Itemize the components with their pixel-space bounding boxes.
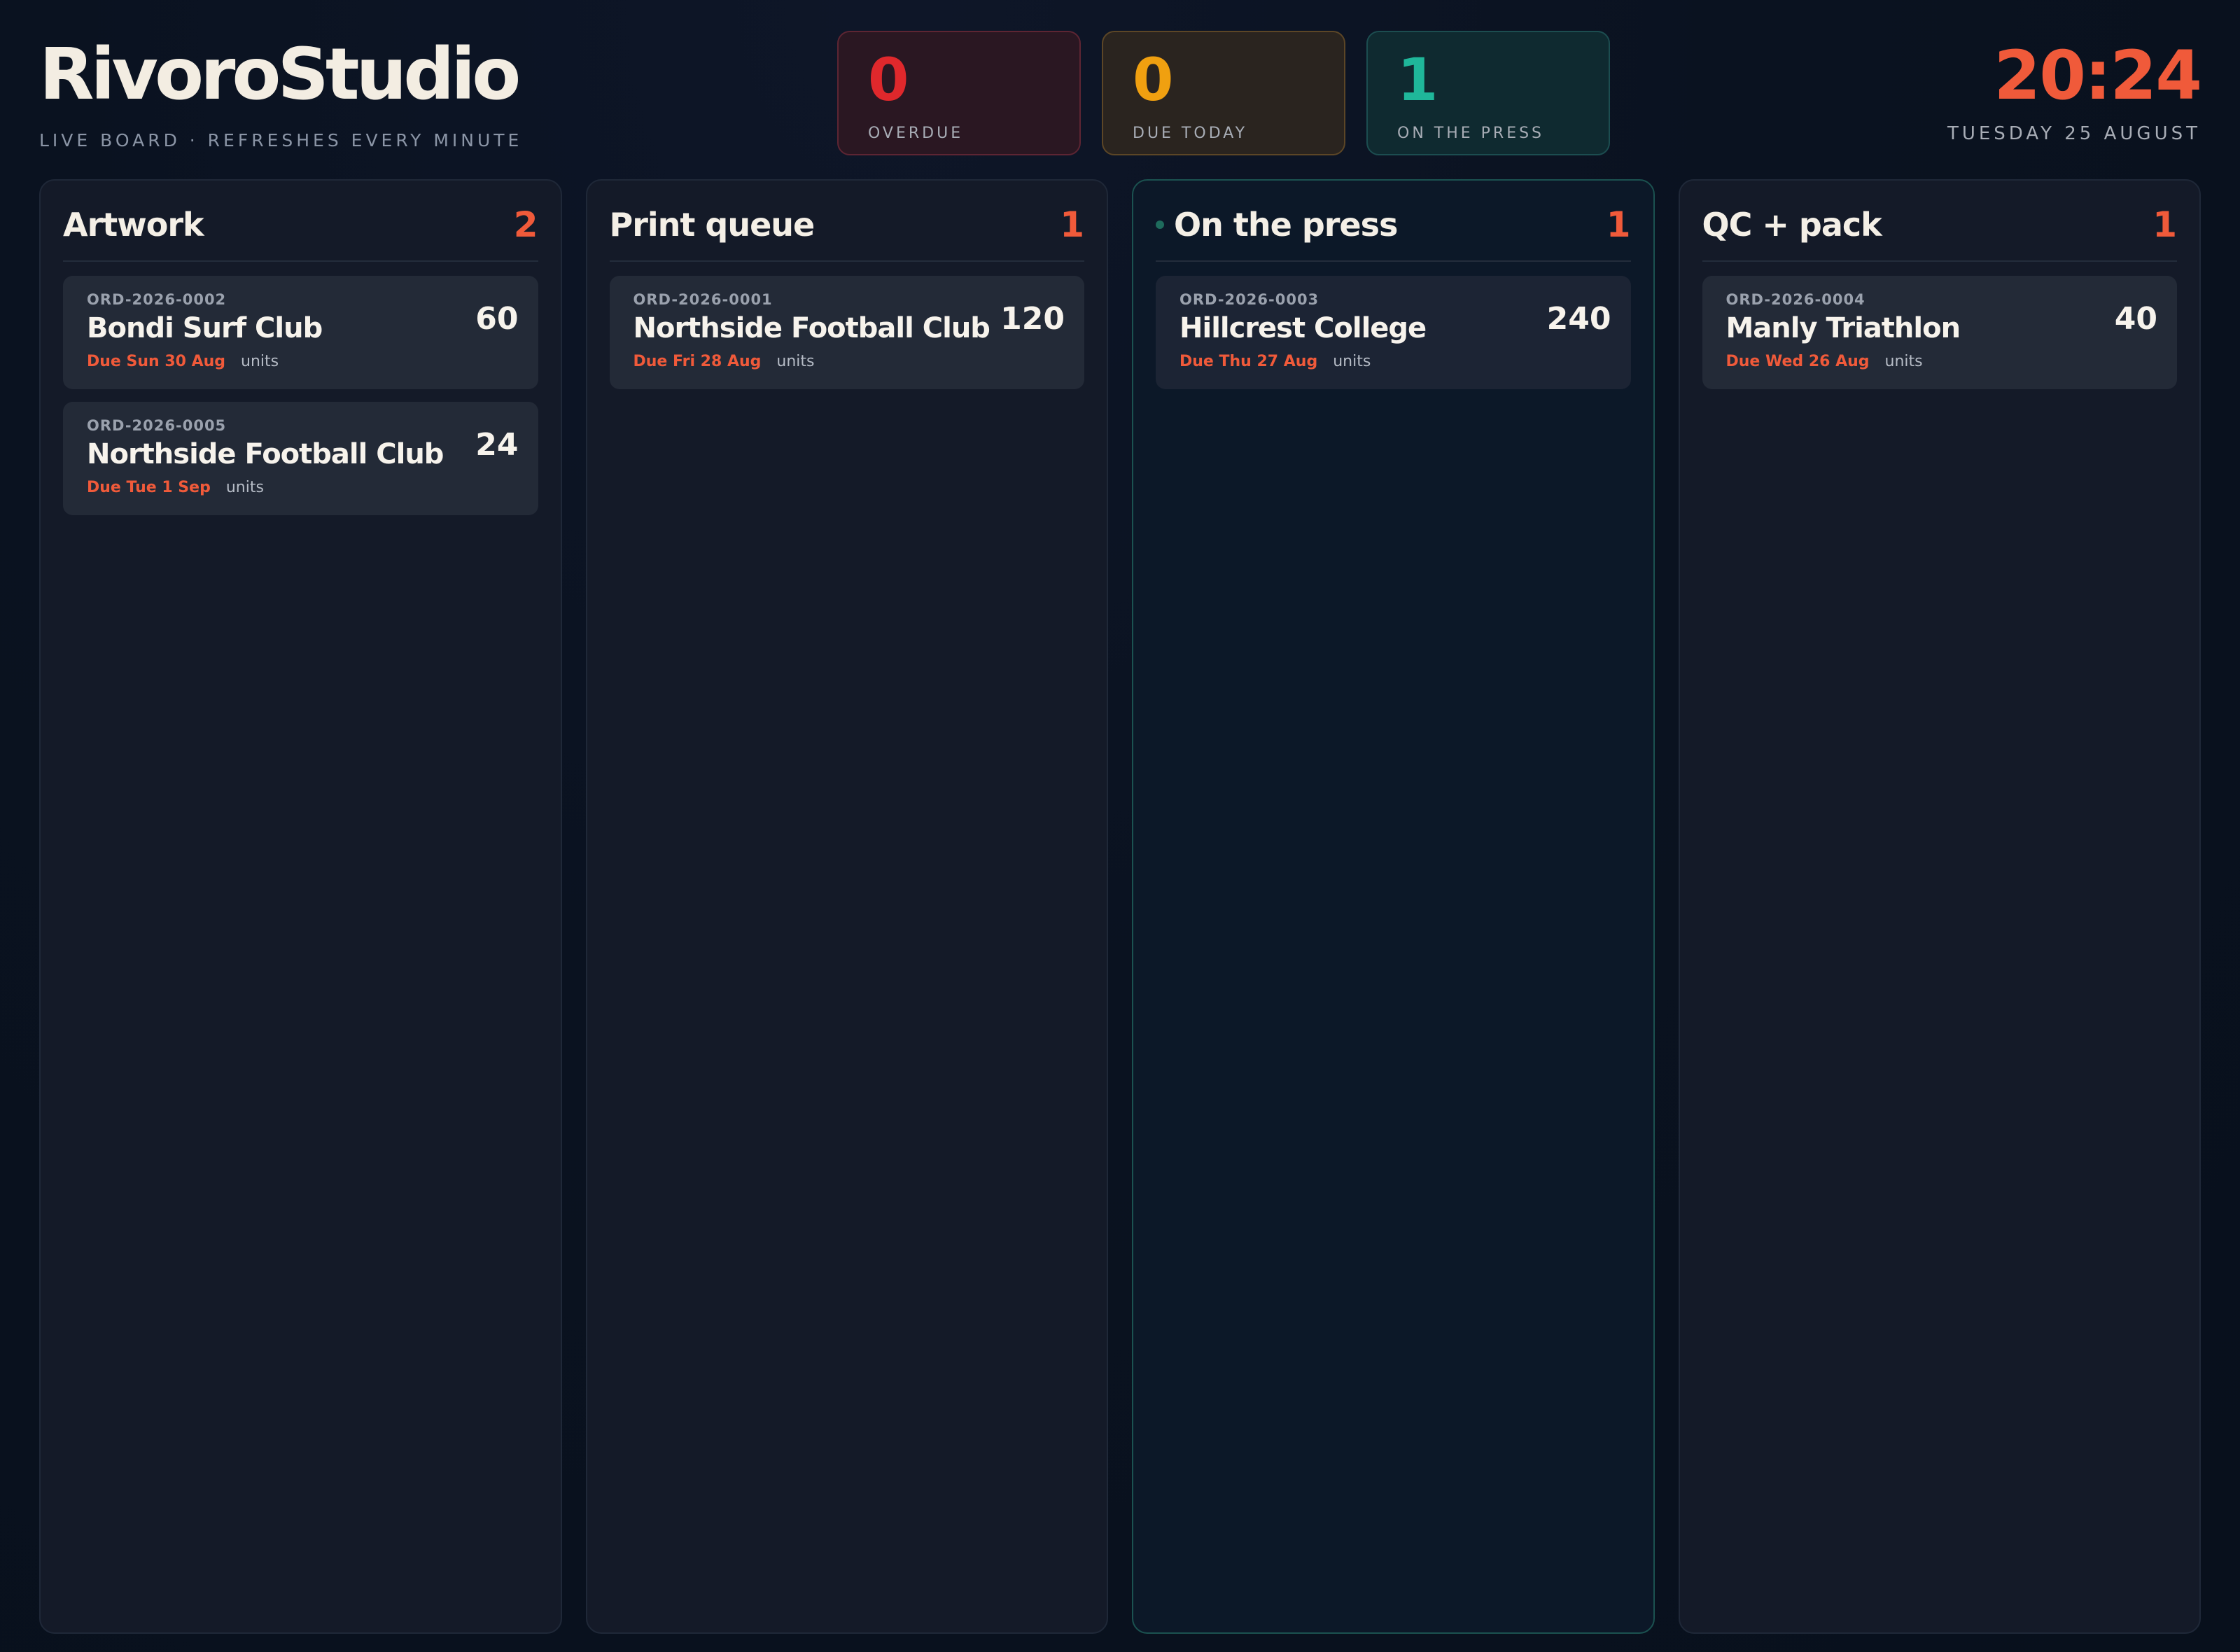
brand-block: RivoroStudio LIVE BOARD · REFRESHES EVER… [39, 33, 523, 151]
order-card[interactable]: ORD-2026-0004 Manly Triathlon Due Wed 26… [1702, 276, 2177, 389]
due-date: Due Thu 27 Aug [1180, 353, 1318, 370]
stat-on-press-value: 1 [1397, 46, 1438, 114]
live-indicator-dot-icon [1156, 220, 1164, 229]
order-card[interactable]: ORD-2026-0001 Northside Football Club Du… [609, 276, 1084, 389]
stat-overdue-value: 0 [868, 46, 909, 114]
kanban-board: Artwork 2 ORD-2026-0002 Bondi Surf Club … [39, 179, 2201, 1634]
unit-quantity: 60 [475, 301, 519, 337]
unit-quantity: 240 [1546, 301, 1611, 337]
column-title: Artwork [63, 206, 204, 244]
column-count: 1 [1060, 204, 1084, 245]
units-label: units [776, 353, 815, 370]
order-id: ORD-2026-0003 [1180, 291, 1320, 308]
column-title: QC + pack [1702, 206, 1882, 244]
units-label: units [241, 353, 279, 370]
column-header: Artwork 2 [63, 204, 538, 262]
stat-on-press-label: ON THE PRESS [1397, 125, 1545, 142]
units-label: units [1333, 353, 1371, 370]
stat-overdue-label: OVERDUE [868, 125, 964, 142]
stat-overdue: 0 OVERDUE [837, 31, 1081, 155]
stat-due-today-label: DUE TODAY [1133, 125, 1248, 142]
customer-name: Northside Football Club [633, 312, 990, 344]
clock-time: 20:24 [1994, 36, 2202, 115]
column-artwork: Artwork 2 ORD-2026-0002 Bondi Surf Club … [39, 179, 562, 1634]
live-board-app: RivoroStudio LIVE BOARD · REFRESHES EVER… [0, 0, 2240, 1652]
column-count: 1 [2152, 204, 2177, 245]
unit-quantity: 24 [475, 427, 519, 463]
order-card[interactable]: ORD-2026-0005 Northside Football Club Du… [63, 402, 538, 515]
clock: 20:24 TUESDAY 25 AUGUST [1947, 36, 2202, 144]
stat-on-press: 1 ON THE PRESS [1366, 31, 1610, 155]
order-card[interactable]: ORD-2026-0002 Bondi Surf Club Due Sun 30… [63, 276, 538, 389]
due-date: Due Fri 28 Aug [633, 353, 762, 370]
column-print-queue: Print queue 1 ORD-2026-0001 Northside Fo… [585, 179, 1108, 1634]
unit-quantity: 40 [2114, 301, 2157, 337]
stat-due-today-value: 0 [1133, 46, 1174, 114]
due-date: Due Tue 1 Sep [87, 479, 211, 496]
unit-quantity: 120 [1000, 301, 1065, 337]
stat-due-today: 0 DUE TODAY [1102, 31, 1345, 155]
brand-subtitle: LIVE BOARD · REFRESHES EVERY MINUTE [39, 130, 523, 150]
column-header: On the press 1 [1156, 204, 1631, 262]
order-card[interactable]: ORD-2026-0003 Hillcrest College Due Thu … [1156, 276, 1631, 389]
units-label: units [225, 479, 264, 496]
order-id: ORD-2026-0005 [87, 417, 227, 434]
column-title: Print queue [609, 206, 816, 244]
brand-title: RivoroStudio [39, 33, 521, 116]
due-date: Due Wed 26 Aug [1726, 353, 1870, 370]
order-id: ORD-2026-0002 [87, 291, 227, 308]
column-count: 1 [1606, 204, 1631, 245]
customer-name: Bondi Surf Club [87, 312, 323, 344]
column-header: QC + pack 1 [1702, 204, 2177, 262]
column-count: 2 [513, 204, 538, 245]
due-date: Due Sun 30 Aug [87, 353, 226, 370]
order-id: ORD-2026-0004 [1726, 291, 1865, 308]
clock-date: TUESDAY 25 AUGUST [1947, 123, 2201, 144]
customer-name: Manly Triathlon [1726, 312, 1961, 344]
column-header: Print queue 1 [609, 204, 1084, 262]
order-id: ORD-2026-0001 [633, 291, 773, 308]
column-on-the-press: On the press 1 ORD-2026-0003 Hillcrest C… [1132, 179, 1655, 1634]
customer-name: Hillcrest College [1180, 312, 1427, 344]
column-qc-pack: QC + pack 1 ORD-2026-0004 Manly Triathlo… [1678, 179, 2201, 1634]
column-title: On the press [1174, 206, 1398, 244]
units-label: units [1884, 353, 1923, 370]
summary-stats: 0 OVERDUE 0 DUE TODAY 1 ON THE PRESS [837, 31, 1610, 155]
customer-name: Northside Football Club [87, 438, 444, 470]
